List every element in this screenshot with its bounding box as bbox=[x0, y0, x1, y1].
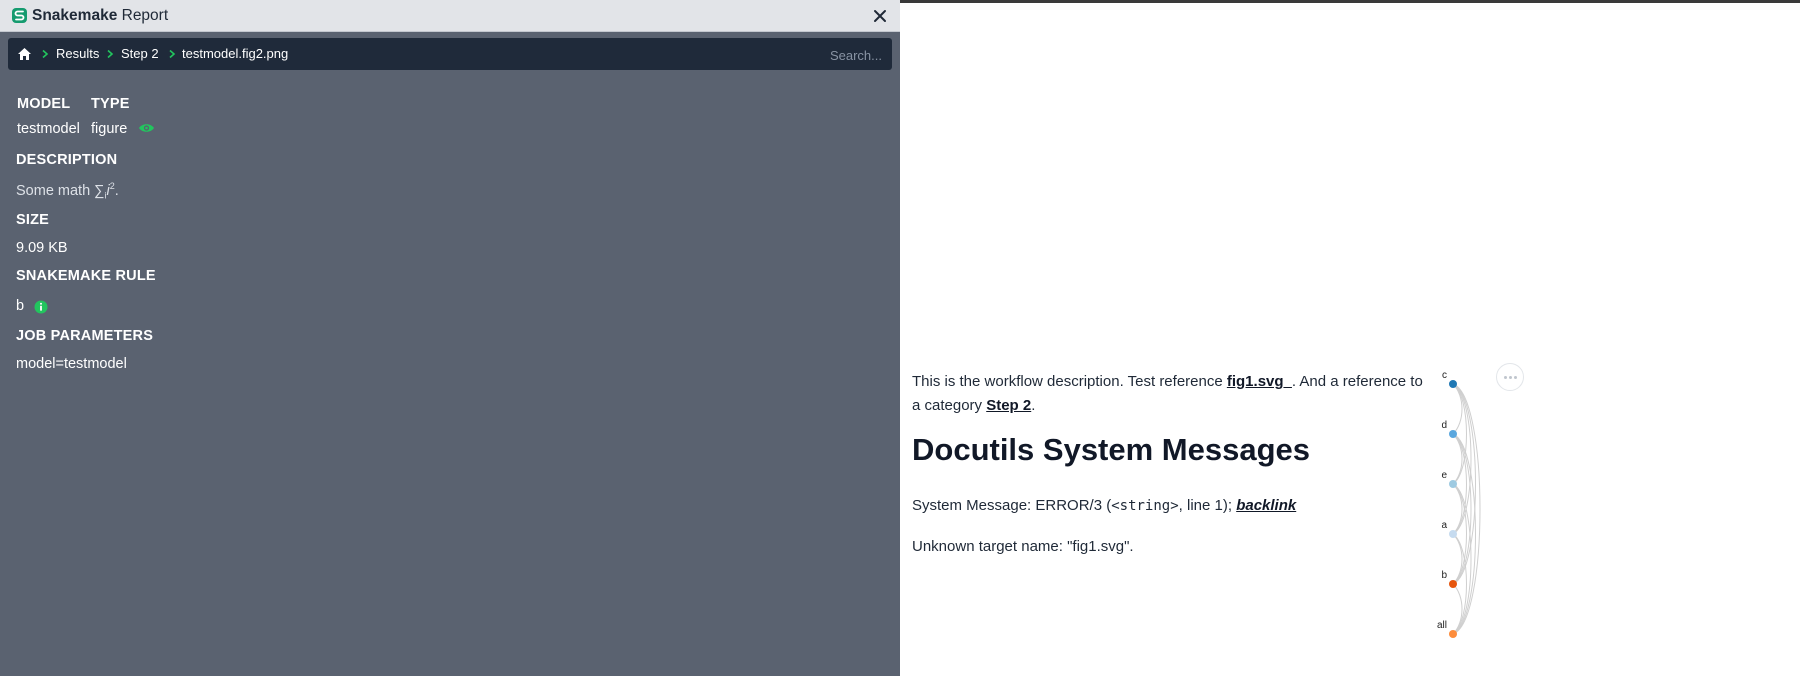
rule-value: b bbox=[16, 298, 25, 314]
description-value: Some math ∑ii2. bbox=[16, 181, 119, 201]
system-messages-heading: Docutils System Messages bbox=[912, 432, 1311, 467]
detail-panel: Snakemake Report Results Step 2 testmode… bbox=[0, 0, 900, 676]
type-value: figure bbox=[91, 121, 128, 137]
graph-edge bbox=[1452, 483, 1463, 535]
graph-node-all[interactable] bbox=[1449, 630, 1457, 638]
graph-node-label: b bbox=[1441, 570, 1447, 581]
workflow-description: This is the workflow description. Test r… bbox=[912, 370, 1432, 570]
graph-node-label: c bbox=[1442, 370, 1447, 381]
breadcrumb: Results Step 2 testmodel.fig2.png bbox=[8, 38, 892, 70]
rule-label: SNAKEMAKE RULE bbox=[16, 268, 156, 284]
size-label: SIZE bbox=[16, 212, 50, 228]
snakemake-logo-icon bbox=[12, 8, 27, 23]
description-paragraph: This is the workflow description. Test r… bbox=[912, 373, 1423, 414]
graph-node-c[interactable] bbox=[1449, 380, 1457, 388]
graph-node-a[interactable] bbox=[1449, 530, 1457, 538]
fig1-reference-link[interactable]: fig1.svg_ bbox=[1227, 373, 1292, 390]
chevron-right-icon bbox=[169, 49, 176, 59]
description-label: DESCRIPTION bbox=[16, 152, 118, 168]
model-label: MODEL bbox=[17, 96, 71, 112]
graph-node-label: all bbox=[1437, 620, 1447, 631]
graph-node-label: a bbox=[1441, 520, 1447, 531]
more-options-button[interactable] bbox=[1496, 363, 1524, 391]
system-message: System Message: ERROR/3 (<string>, line … bbox=[912, 497, 1297, 514]
rule-graph: c d e a b all bbox=[1437, 370, 1481, 638]
chevron-right-icon bbox=[42, 49, 49, 59]
model-value: testmodel bbox=[17, 121, 80, 137]
graph-node-e[interactable] bbox=[1449, 480, 1457, 488]
app-title: Snakemake Report bbox=[32, 7, 169, 24]
panel-titlebar: Snakemake Report bbox=[0, 0, 900, 32]
type-label: TYPE bbox=[91, 96, 130, 112]
graph-node-label: d bbox=[1441, 420, 1447, 431]
home-icon[interactable] bbox=[17, 47, 32, 61]
chevron-right-icon bbox=[107, 49, 114, 59]
graph-node-d[interactable] bbox=[1449, 430, 1457, 438]
job-params-label: JOB PARAMETERS bbox=[16, 328, 154, 344]
info-icon[interactable] bbox=[34, 300, 48, 314]
size-value: 9.09 KB bbox=[16, 240, 68, 256]
eye-icon[interactable] bbox=[138, 122, 155, 134]
search-input[interactable] bbox=[750, 42, 884, 68]
breadcrumb-step-2[interactable]: Step 2 bbox=[121, 38, 159, 70]
graph-node-label: e bbox=[1441, 470, 1447, 481]
step-2-category-link[interactable]: Step 2 bbox=[986, 397, 1031, 414]
breadcrumb-results[interactable]: Results bbox=[56, 38, 99, 70]
breadcrumb-current-file[interactable]: testmodel.fig2.png bbox=[182, 38, 288, 70]
unknown-target-message: Unknown target name: "fig1.svg". bbox=[912, 538, 1134, 555]
close-icon[interactable] bbox=[872, 8, 888, 24]
job-params-value: model=testmodel bbox=[16, 356, 127, 372]
graph-node-b[interactable] bbox=[1449, 580, 1457, 588]
backlink-link[interactable]: backlink bbox=[1236, 497, 1296, 514]
